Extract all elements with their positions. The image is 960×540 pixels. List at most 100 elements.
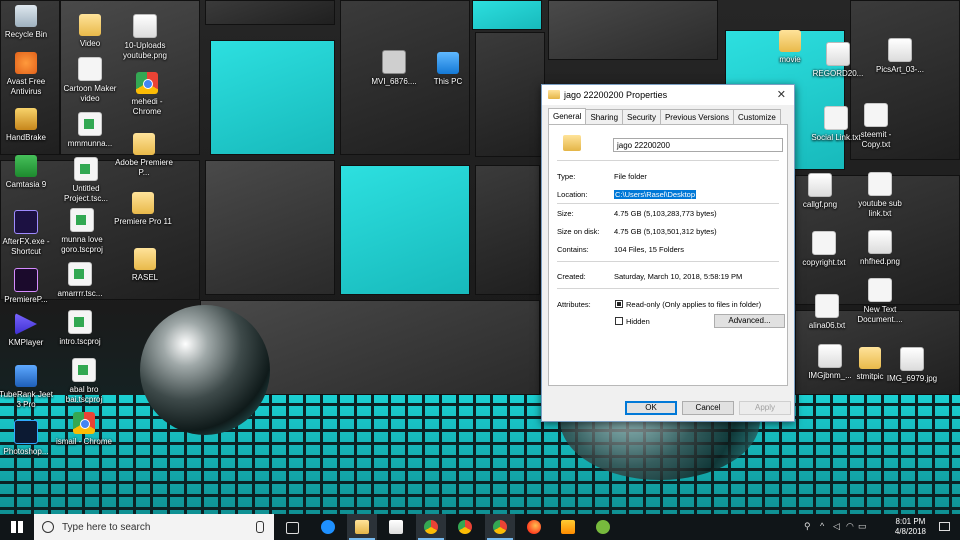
created-label: Created: xyxy=(557,272,586,281)
tab-previous-versions[interactable]: Previous Versions xyxy=(659,109,734,125)
clock[interactable]: 8:01 PM 4/8/2018 xyxy=(895,517,926,537)
chevron-up-icon[interactable]: ^ xyxy=(820,522,829,531)
tab-security[interactable]: Security xyxy=(622,109,661,125)
start-button[interactable] xyxy=(0,514,34,540)
desktop-icon-youtube-sub[interactable]: youtube sub link.txt xyxy=(850,172,910,219)
desktop-icon-callgf[interactable]: callgf.png xyxy=(790,173,850,210)
avast-icon xyxy=(15,52,37,74)
apply-button[interactable]: Apply xyxy=(739,401,791,415)
search-box[interactable]: Type here to search xyxy=(34,514,274,540)
taskbar-chrome-1[interactable] xyxy=(416,514,446,540)
contains-label: Contains: xyxy=(557,245,589,254)
taskbar-media-player[interactable] xyxy=(553,514,583,540)
desktop-icon-mvi[interactable]: MVI_6876.... xyxy=(364,50,424,87)
desktop-icon-regord[interactable]: REGORD20... xyxy=(808,42,868,79)
desktop-icon-label: copyright.txt xyxy=(802,258,846,267)
desktop-icon-handbrake[interactable]: HandBrake xyxy=(0,108,56,143)
desktop-icon-label: Adobe Premiere P... xyxy=(115,158,173,177)
recycle-bin-icon xyxy=(15,5,37,27)
cancel-button[interactable]: Cancel xyxy=(682,401,734,415)
taskbar-chrome-3[interactable] xyxy=(485,514,515,540)
desktop-icon-photoshop[interactable]: Photoshop... xyxy=(0,420,56,457)
desktop-icon-new-text-doc[interactable]: New Text Document.... xyxy=(850,278,910,325)
task-view-icon xyxy=(286,522,299,534)
task-view-button[interactable] xyxy=(278,514,308,540)
desktop-icon-nhfhed[interactable]: nhfhed.png xyxy=(850,230,910,267)
desktop-icon-steemit-copy[interactable]: steemit - Copy.txt xyxy=(846,103,906,150)
desktop-icon-ismail-chrome[interactable]: ismail - Chrome xyxy=(54,412,114,447)
desktop-icon-label: youtube sub link.txt xyxy=(858,199,902,218)
camtasia-project-icon xyxy=(74,157,98,181)
people-icon[interactable]: ⚲ xyxy=(804,522,813,531)
action-center-icon[interactable] xyxy=(939,522,950,531)
taskbar-firefox[interactable] xyxy=(519,514,549,540)
desktop-icon-this-pc[interactable]: This PC xyxy=(418,52,478,87)
desktop-icon-label: steemit - Copy.txt xyxy=(860,130,892,149)
microphone-icon[interactable] xyxy=(256,521,264,533)
desktop-icon-cartoon-maker[interactable]: Cartoon Maker video xyxy=(60,57,120,104)
tab-sharing[interactable]: Sharing xyxy=(585,109,624,125)
taskbar-edge[interactable] xyxy=(313,514,343,540)
hidden-checkbox[interactable] xyxy=(615,317,623,325)
desktop-icon-intro[interactable]: intro.tscproj xyxy=(50,310,110,347)
location-value[interactable]: C:\Users\Rasel\Desktop xyxy=(614,190,697,199)
desktop-icon-premiere[interactable]: PremiereP... xyxy=(0,268,56,305)
clock-time: 8:01 PM xyxy=(895,517,926,526)
desktop-icon-video[interactable]: Video xyxy=(60,14,120,49)
ok-button[interactable]: OK xyxy=(625,401,677,415)
size-value: 4.75 GB (5,103,283,773 bytes) xyxy=(614,209,717,218)
keyboard-icon[interactable]: ▭ xyxy=(858,522,867,531)
desktop-icon-label: KMPlayer xyxy=(8,338,44,347)
desktop-icon-munna-love[interactable]: munna love goro.tscproj xyxy=(52,208,112,255)
desktop-icon-recycle-bin[interactable]: Recycle Bin xyxy=(0,5,56,40)
desktop-icon-copyright[interactable]: copyright.txt xyxy=(794,231,854,268)
desktop-icon-avast[interactable]: Avast Free Antivirus xyxy=(0,52,56,97)
wallpaper-floor xyxy=(0,395,960,515)
desktop-icon-kmplayer[interactable]: KMPlayer xyxy=(0,313,56,348)
desktop-icon-label: RASEL xyxy=(131,273,159,282)
desktop-icon-mehedi-chrome[interactable]: mehedi - Chrome xyxy=(117,72,177,117)
folder-icon xyxy=(563,135,581,151)
text-file-icon xyxy=(815,294,839,318)
desktop-icon-afterfx[interactable]: AfterFX.exe - Shortcut xyxy=(0,210,56,257)
desktop-icon-mmmunna[interactable]: mmmunna... xyxy=(60,112,120,149)
camtasia-project-icon xyxy=(68,262,92,286)
desktop-icon-amarrrr[interactable]: amarrrr.tsc... xyxy=(50,262,110,299)
desktop-icon-label: 10-Uploads youtube.png xyxy=(122,41,168,60)
network-icon[interactable]: ◠ xyxy=(846,522,855,531)
tab-customize[interactable]: Customize xyxy=(732,109,781,125)
handbrake-icon xyxy=(15,108,37,130)
desktop-icon-rasel[interactable]: RASEL xyxy=(115,248,175,283)
desktop-icon-uploads-png[interactable]: 10-Uploads youtube.png xyxy=(115,14,175,61)
hidden-label: Hidden xyxy=(626,317,650,326)
close-icon[interactable]: ✕ xyxy=(777,88,786,101)
taskbar-chrome-2[interactable] xyxy=(450,514,480,540)
advanced-button[interactable]: Advanced... xyxy=(714,314,785,328)
dialog-titlebar[interactable]: jago 22200200 Properties ✕ xyxy=(542,85,794,105)
volume-icon[interactable]: ◁ xyxy=(833,522,842,531)
desktop-icon-camtasia[interactable]: Camtasia 9 xyxy=(0,155,56,190)
taskbar-store[interactable] xyxy=(381,514,411,540)
wallpaper-cube-teal xyxy=(210,40,335,155)
readonly-checkbox[interactable] xyxy=(615,300,623,308)
desktop-icon-premiere-pro-11[interactable]: Premiere Pro 11 xyxy=(113,192,173,227)
taskbar-file-explorer[interactable] xyxy=(347,514,377,540)
folder-name-input[interactable]: jago 22200200 xyxy=(613,138,783,152)
desktop-icon-img6979[interactable]: IMG_6979.jpg xyxy=(882,347,942,384)
desktop-icon-alina06[interactable]: alina06.txt xyxy=(797,294,857,331)
text-file-icon xyxy=(824,106,848,130)
desktop-icon-tuberank[interactable]: TubeRank Jeet 3 Pro xyxy=(0,365,56,410)
dialog-tabs: General Sharing Security Previous Versio… xyxy=(548,108,781,126)
desktop-icon-label: alina06.txt xyxy=(808,321,846,330)
created-value: Saturday, March 10, 2018, 5:58:19 PM xyxy=(614,272,743,281)
desktop-icon-label: intro.tscproj xyxy=(59,337,101,346)
desktop-icon-untitled-project[interactable]: Untitled Project.tsc... xyxy=(56,157,116,204)
image-file-icon xyxy=(868,230,892,254)
desktop-icon-abal-bro[interactable]: abal bro bai.tscproj xyxy=(54,358,114,405)
desktop-icon-adobe-premiere[interactable]: Adobe Premiere P... xyxy=(114,133,174,178)
file-icon xyxy=(78,57,102,81)
desktop-icon-picsart[interactable]: PicsArt_03-... xyxy=(870,38,930,75)
taskbar-utorrent[interactable] xyxy=(588,514,618,540)
search-placeholder: Type here to search xyxy=(62,522,151,533)
wallpaper-cube xyxy=(475,165,540,295)
